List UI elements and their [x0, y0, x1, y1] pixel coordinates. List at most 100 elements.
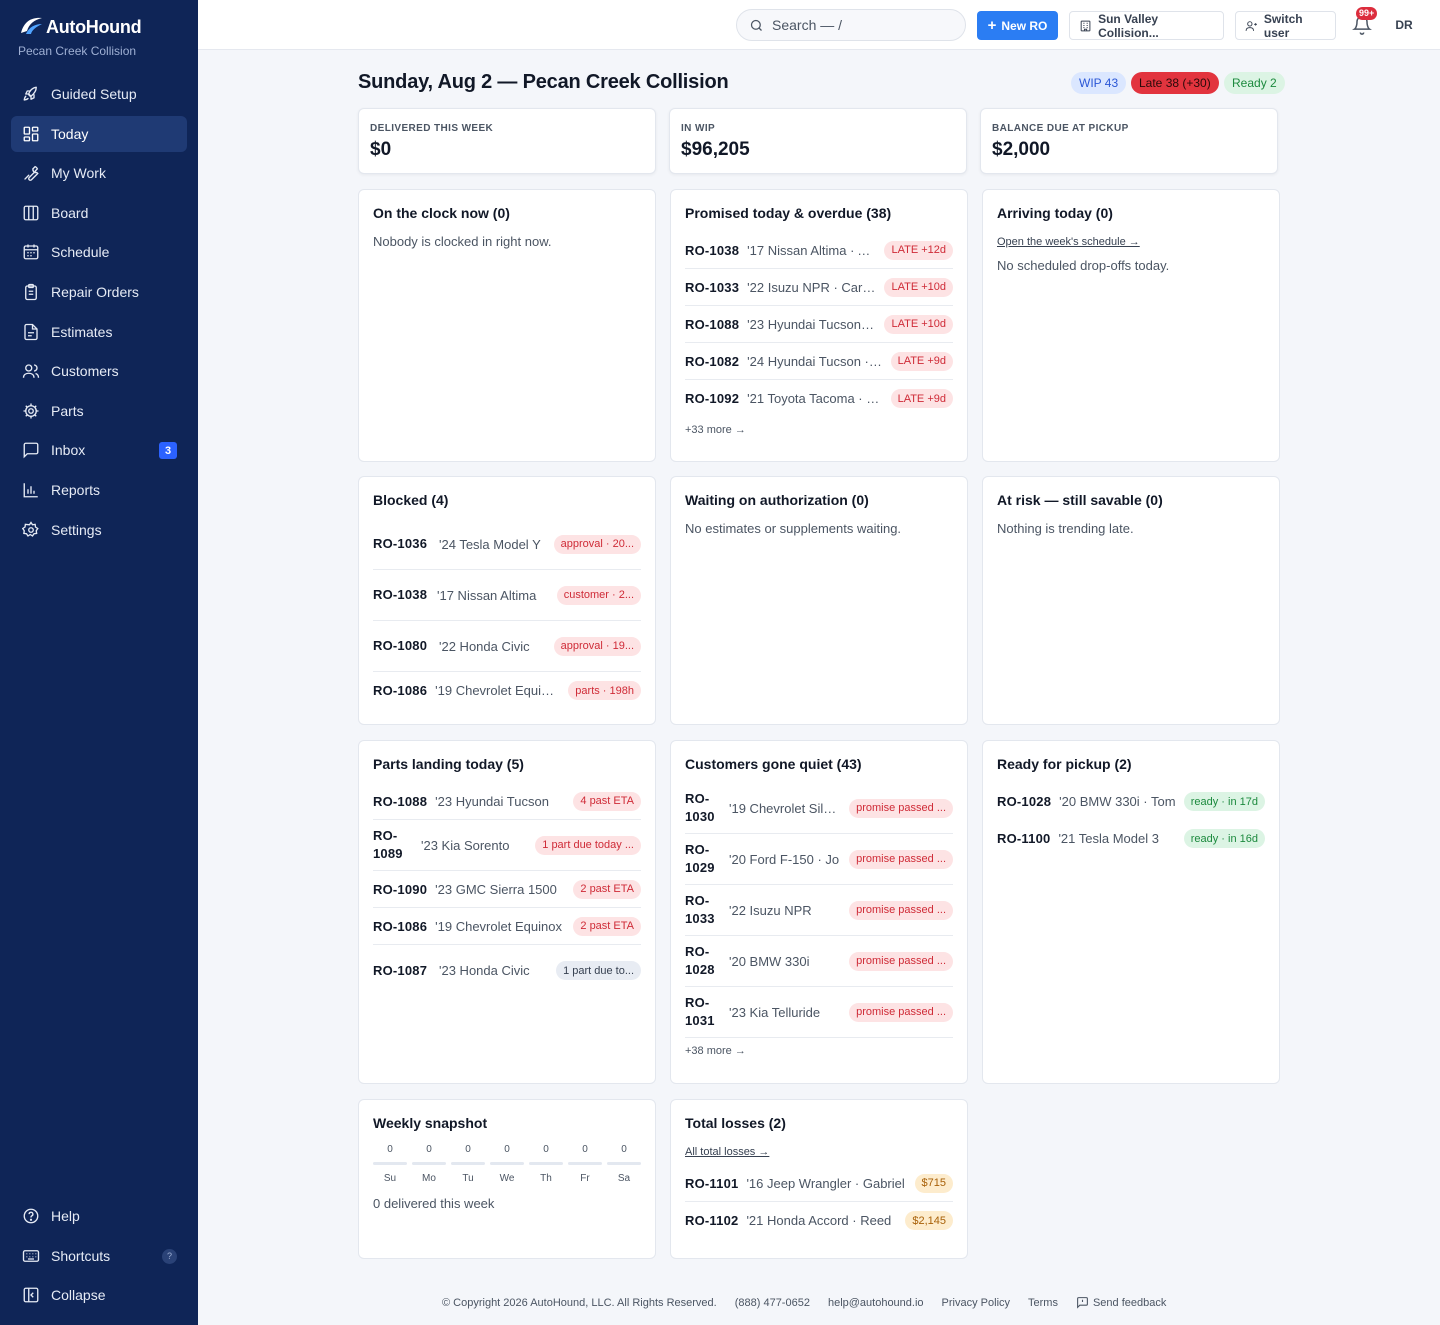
document-icon: [22, 323, 40, 341]
empty-state: No estimates or supplements waiting.: [685, 521, 902, 536]
vehicle-desc: '23 Kia Sorento: [421, 837, 510, 853]
brand[interactable]: AutoHound Pecan Creek Collision: [18, 16, 142, 59]
stat-value: $0: [370, 139, 392, 160]
list-item[interactable]: RO-1080 '22 Honda Civic approval · 19...: [373, 621, 641, 672]
ro-number: RO-1028: [685, 944, 715, 977]
panel-title: On the clock now (0): [373, 205, 510, 221]
privacy-policy-link[interactable]: Privacy Policy: [942, 1297, 1010, 1309]
list-item[interactable]: RO-1031 '23 Kia Telluride promise passed .…: [685, 987, 953, 1038]
sidebar-item-my-work[interactable]: My Work: [11, 155, 187, 191]
topbar: Search — / + New RO Sun Valley Collision…: [198, 0, 1440, 50]
list-item[interactable]: RO-1086 '19 Chevrolet Equinox 2 past ETA: [373, 908, 641, 945]
panel-blocked: Blocked (4) RO-1036 '24 Tesla Model Y appr…: [358, 476, 656, 725]
terms-link[interactable]: Terms: [1028, 1297, 1058, 1309]
show-more-link[interactable]: +33 more →: [685, 424, 953, 436]
list-item[interactable]: RO-1100 '21 Tesla Model 3 ready · in 16d: [997, 820, 1265, 857]
list-item[interactable]: RO-1082 '24 Hyundai Tucson · Lee LATE +9d: [685, 343, 953, 380]
list-item[interactable]: RO-1029 '20 Ford F-150 · Jo promise passed…: [685, 834, 953, 885]
vehicle-desc: '16 Jeep Wrangler · Gabriel: [746, 1175, 905, 1191]
search-input[interactable]: Search — /: [736, 9, 966, 41]
all-total-losses-link[interactable]: All total losses →: [685, 1146, 953, 1158]
empty-state: Nothing is trending late.: [997, 521, 1134, 536]
day-column: 0 Mo: [412, 1144, 446, 1184]
sidebar-item-repair-orders[interactable]: Repair Orders: [11, 274, 187, 310]
sidebar-item-label: Board: [51, 204, 89, 221]
help-icon: [22, 1207, 40, 1225]
avatar[interactable]: DR: [1390, 13, 1418, 37]
blocked-reason-badge: approval · 19...: [553, 636, 641, 656]
brand-name: AutoHound: [46, 16, 142, 37]
sidebar-item-shortcuts[interactable]: Shortcuts ?: [11, 1238, 187, 1274]
support-phone-link[interactable]: (888) 477-0652: [735, 1297, 810, 1309]
stat-label: DELIVERED THIS WEEK: [370, 123, 494, 134]
send-feedback-link[interactable]: Send feedback: [1076, 1296, 1166, 1309]
panel-customers-quiet: Customers gone quiet (43) RO-1030 '19 Che…: [670, 740, 968, 1084]
switch-user-button[interactable]: Switch user: [1235, 11, 1336, 40]
panel-at-risk: At risk — still savable (0) Nothing is t…: [982, 476, 1280, 725]
keyboard-icon: [22, 1247, 40, 1265]
list-item[interactable]: RO-1102 '21 Honda Accord · Reed $2,145: [685, 1202, 953, 1239]
sidebar-item-settings[interactable]: Settings: [11, 512, 187, 548]
late-count-pill[interactable]: Late 38 (+30): [1131, 72, 1219, 94]
list-item[interactable]: RO-1038 '17 Nissan Altima customer · 2...: [373, 570, 641, 621]
sidebar-item-inbox[interactable]: Inbox 3: [11, 432, 187, 468]
sidebar-item-help[interactable]: Help: [11, 1198, 187, 1234]
list-item[interactable]: RO-1028 '20 BMW 330i · Tom ready · in 17d: [997, 783, 1265, 820]
day-column: 0 Sa: [607, 1144, 641, 1184]
ro-number: RO-1033: [685, 893, 715, 926]
sidebar-item-parts[interactable]: Parts: [11, 393, 187, 429]
list-item[interactable]: RO-1033 '22 Isuzu NPR promise passed ...: [685, 885, 953, 936]
sidebar-item-schedule[interactable]: Schedule: [11, 234, 187, 270]
new-ro-button[interactable]: + New RO: [977, 11, 1058, 40]
day-value: 0: [582, 1144, 588, 1155]
ro-list: RO-1101 '16 Jeep Wrangler · Gabriel $715 R…: [685, 1165, 953, 1239]
location-switcher-button[interactable]: Sun Valley Collision...: [1069, 11, 1224, 40]
day-label: We: [499, 1173, 515, 1184]
open-schedule-link[interactable]: Open the week's schedule →: [997, 236, 1265, 248]
vehicle-desc: '21 Toyota Tacoma · Ray: [747, 391, 883, 406]
list-item[interactable]: RO-1033 '22 Isuzu NPR · Carlos LATE +10d: [685, 269, 953, 306]
show-more-link[interactable]: +38 more →: [685, 1045, 953, 1057]
list-item[interactable]: RO-1090 '23 GMC Sierra 1500 2 past ETA: [373, 871, 641, 908]
list-item[interactable]: RO-1038 '17 Nissan Altima · Amelia LATE +1…: [685, 232, 953, 269]
list-item[interactable]: RO-1028 '20 BMW 330i promise passed ...: [685, 936, 953, 987]
wip-count-pill[interactable]: WIP 43: [1071, 72, 1127, 94]
vehicle-desc: '23 GMC Sierra 1500: [435, 881, 557, 897]
late-badge: LATE +9d: [890, 389, 953, 408]
ro-number: RO-1033: [685, 279, 740, 295]
day-label: Su: [383, 1173, 397, 1184]
ro-number: RO-1102: [685, 1213, 739, 1228]
ready-count-pill[interactable]: Ready 2: [1224, 72, 1285, 94]
sidebar-item-guided-setup[interactable]: Guided Setup: [11, 76, 187, 112]
sidebar-item-collapse[interactable]: Collapse: [11, 1277, 187, 1313]
search-placeholder: Search — /: [772, 17, 843, 33]
sidebar-item-board[interactable]: Board: [11, 195, 187, 231]
day-column: 0 Fr: [568, 1144, 602, 1184]
parts-status-badge: 4 past ETA: [573, 791, 641, 811]
panel-title: Parts landing today (5): [373, 756, 524, 772]
list-item[interactable]: RO-1030 '19 Chevrolet Silverado promise pa…: [685, 783, 953, 834]
day-bar: [373, 1162, 407, 1165]
sidebar-item-today[interactable]: Today: [11, 115, 187, 152]
ro-number: RO-1031: [685, 995, 715, 1028]
vehicle-desc: '17 Nissan Altima · Amelia: [747, 242, 877, 258]
list-item[interactable]: RO-1088 '23 Hyundai Tucson 4 past ETA: [373, 783, 641, 820]
blocked-reason-badge: approval · 20...: [553, 534, 641, 554]
sidebar-item-reports[interactable]: Reports: [11, 472, 187, 508]
list-item[interactable]: RO-1092 '21 Toyota Tacoma · Ray LATE +9d: [685, 380, 953, 417]
support-email-link[interactable]: help@autohound.io: [828, 1297, 924, 1309]
day-value: 0: [621, 1144, 627, 1155]
send-feedback-label: Send feedback: [1092, 1296, 1167, 1309]
quiet-status-badge: promise passed ...: [849, 1002, 953, 1022]
list-item[interactable]: RO-1087 '23 Honda Civic 1 part due to...: [373, 945, 641, 996]
list-item[interactable]: RO-1086 '19 Chevrolet Equinox parts · 198h: [373, 672, 641, 709]
message-icon: [22, 441, 40, 459]
ro-number: RO-1036: [373, 536, 428, 551]
sidebar-item-customers[interactable]: Customers: [11, 353, 187, 389]
sidebar-item-estimates[interactable]: Estimates: [11, 314, 187, 350]
list-item[interactable]: RO-1036 '24 Tesla Model Y approval · 20...: [373, 519, 641, 570]
list-item[interactable]: RO-1088 '23 Hyundai Tucson · Sam LATE +10d: [685, 306, 953, 343]
list-item[interactable]: RO-1101 '16 Jeep Wrangler · Gabriel $715: [685, 1165, 953, 1202]
list-item[interactable]: RO-1089 '23 Kia Sorento 1 part due today .…: [373, 820, 641, 871]
sidebar-item-label: Settings: [51, 521, 102, 538]
